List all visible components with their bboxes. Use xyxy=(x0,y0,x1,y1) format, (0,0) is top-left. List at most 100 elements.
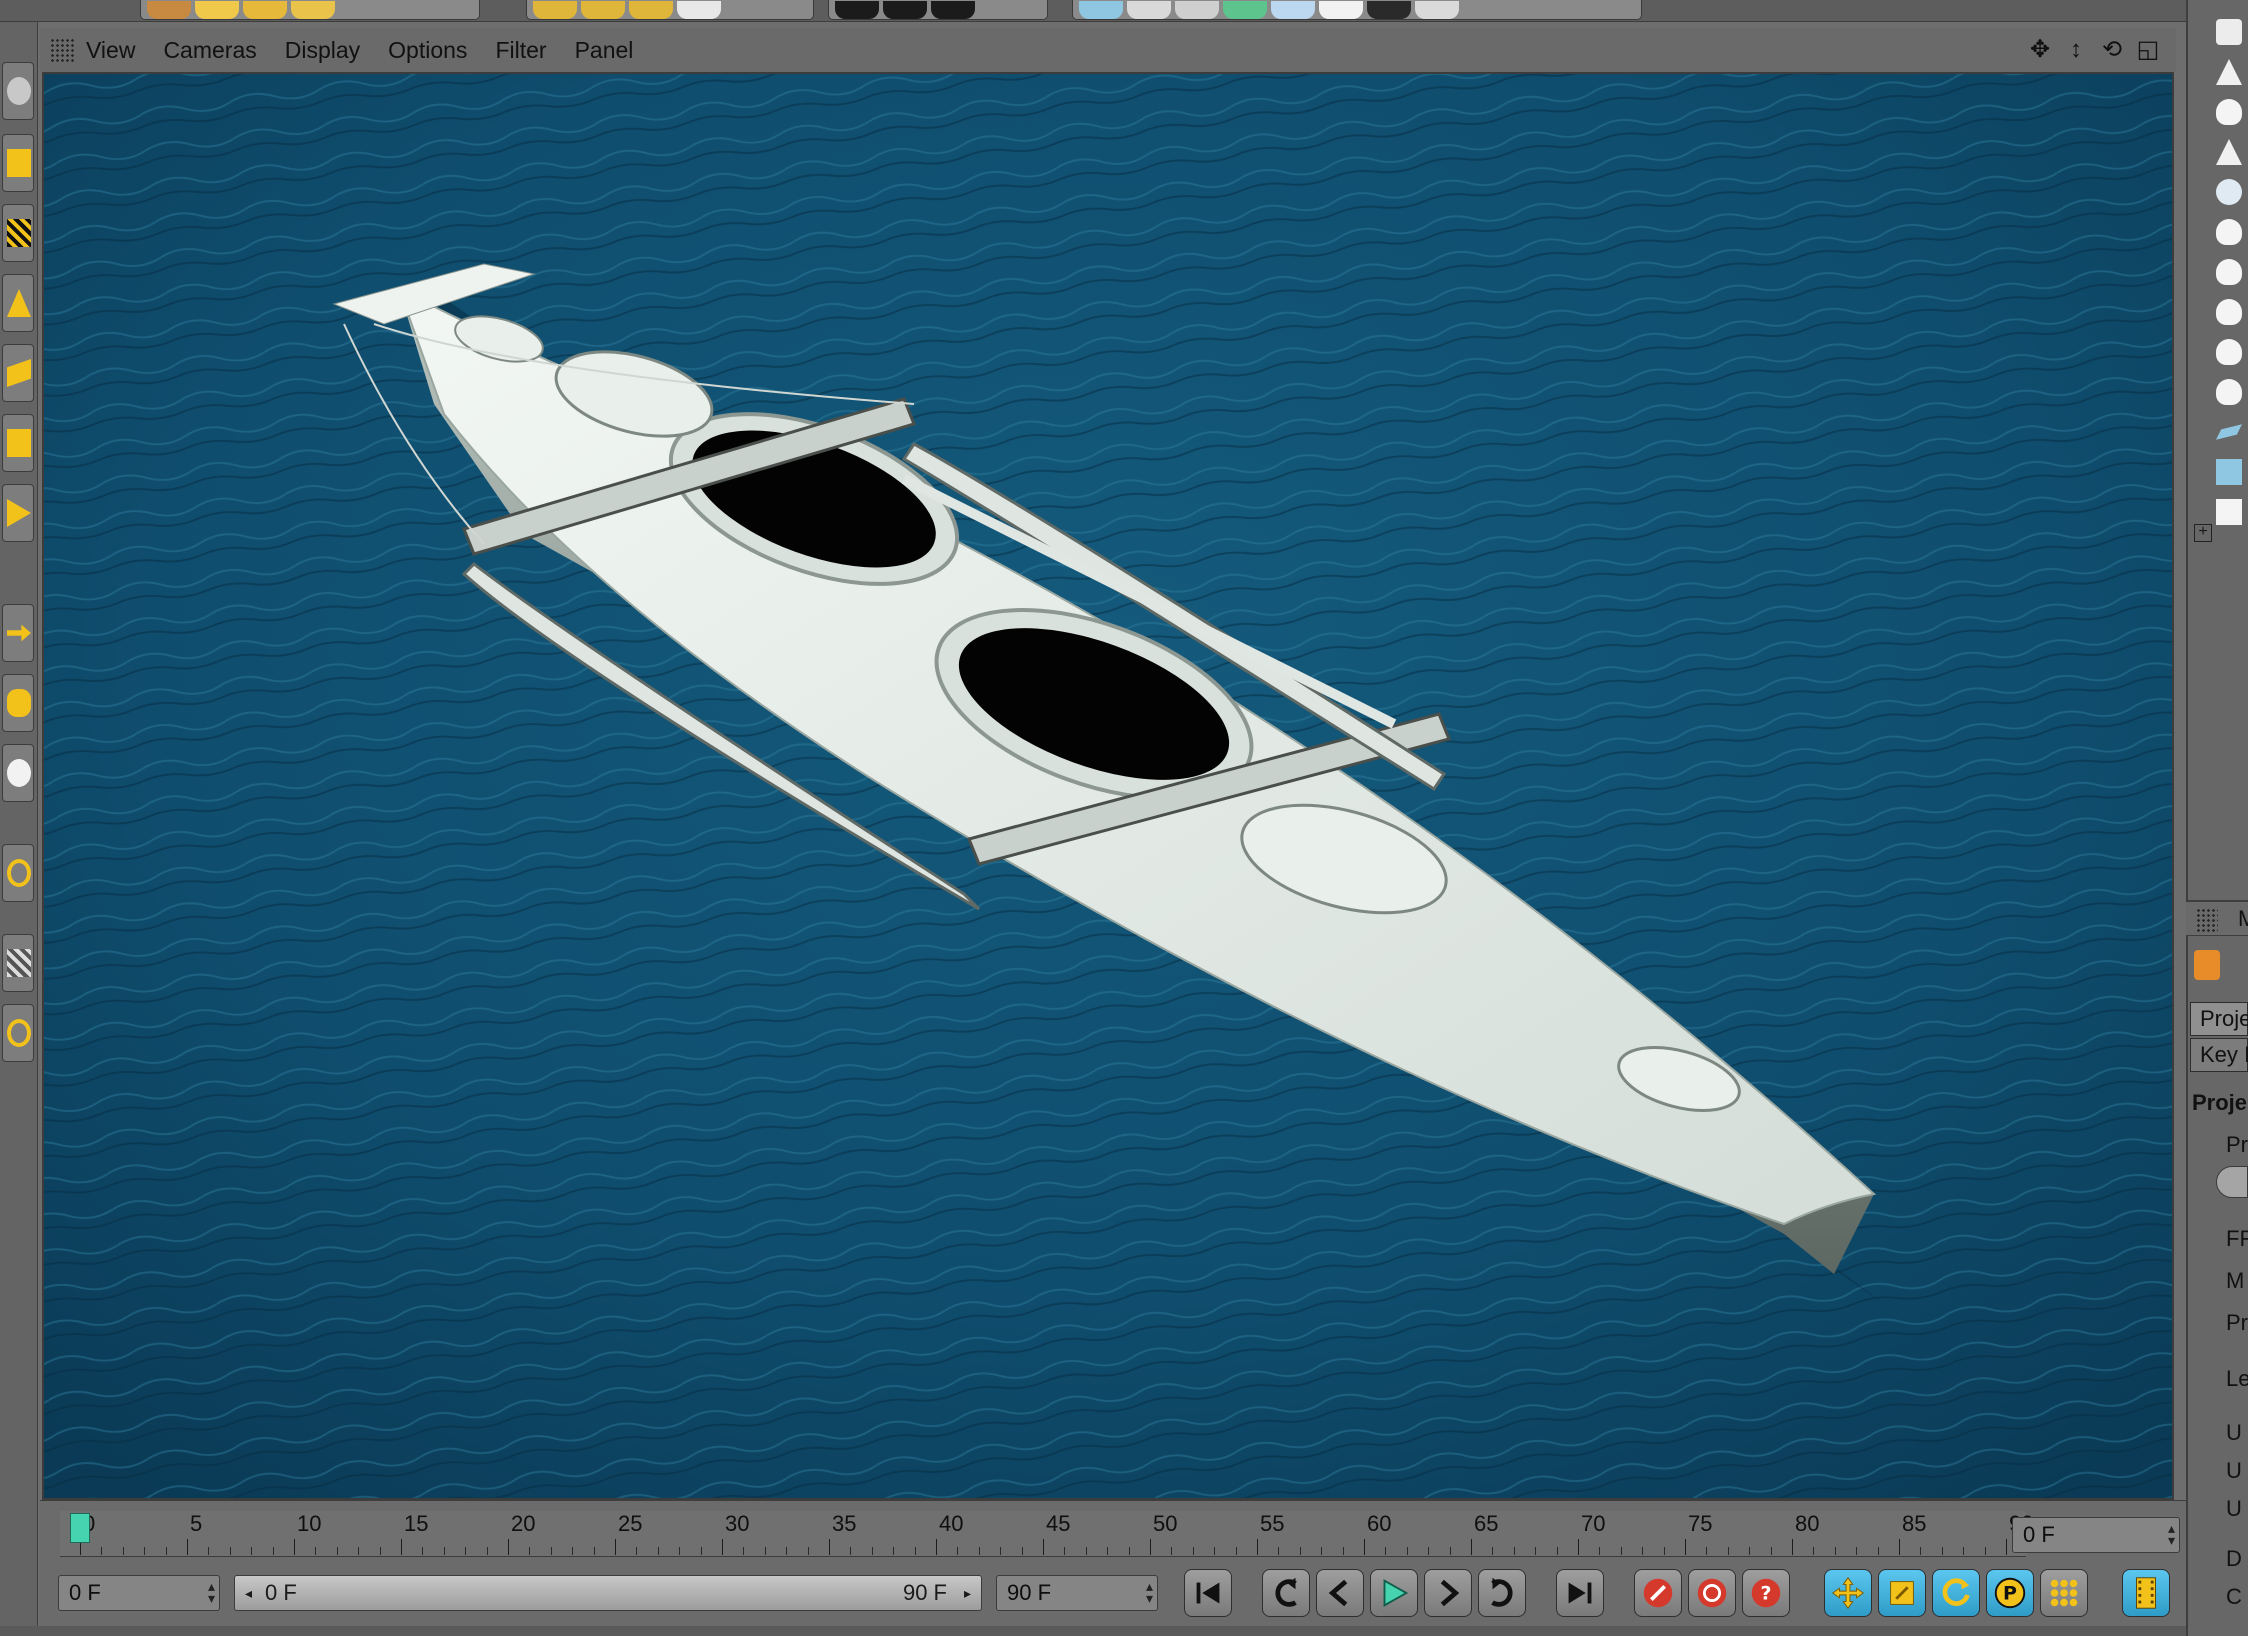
light-spot-icon[interactable] xyxy=(2216,134,2248,170)
ruler-tick xyxy=(1171,1547,1173,1555)
rotate-view-icon[interactable]: ⟲ xyxy=(2098,36,2126,64)
spinner-icon[interactable]: ▴ ▾ xyxy=(2168,1521,2175,1547)
previous-frame-button[interactable] xyxy=(1316,1569,1364,1617)
light-target-icon[interactable] xyxy=(2216,54,2248,90)
toolbar-group-primitives xyxy=(526,0,814,20)
field-label: M xyxy=(2226,1268,2245,1293)
render-icon[interactable] xyxy=(147,0,191,19)
next-key-button[interactable] xyxy=(1478,1569,1526,1617)
null-icon[interactable] xyxy=(2216,494,2248,530)
left-tool-12[interactable] xyxy=(2,1004,34,1062)
light-icon[interactable] xyxy=(1415,0,1459,19)
key-rotation-button[interactable] xyxy=(1932,1569,1980,1617)
toggle-layout-icon[interactable]: ◱ xyxy=(2134,36,2162,64)
scheme-settings-button[interactable] xyxy=(2122,1569,2170,1617)
panel-grip-icon[interactable] xyxy=(50,38,76,62)
key-pla-button[interactable] xyxy=(2040,1569,2088,1617)
spline-arc-icon[interactable] xyxy=(581,0,625,19)
menu-filter[interactable]: Filter xyxy=(495,37,546,64)
keyframe-selection-button[interactable]: ? xyxy=(1742,1569,1790,1617)
go-to-start-button[interactable] xyxy=(1184,1569,1232,1617)
left-tool-0[interactable] xyxy=(2,62,34,120)
left-tool-10[interactable] xyxy=(2,844,34,902)
left-tool-4[interactable] xyxy=(2,344,34,402)
frame-ruler[interactable]: 051015202530354045505560657075808590 xyxy=(60,1511,2033,1557)
light-bulb-icon[interactable] xyxy=(2216,334,2248,370)
playhead[interactable] xyxy=(70,1513,90,1543)
start-frame-field[interactable]: 0 F ▴ ▾ xyxy=(58,1575,220,1611)
spline-helix-icon[interactable] xyxy=(629,0,673,19)
3d-viewport[interactable] xyxy=(42,72,2174,1500)
play-forward-button[interactable] xyxy=(1370,1569,1418,1617)
left-tool-2[interactable] xyxy=(2,204,34,262)
project-settings-icon[interactable] xyxy=(2194,950,2220,980)
current-frame-field[interactable]: 0 F ▴ ▾ xyxy=(2012,1517,2180,1553)
spinner-icon[interactable]: ▴ ▾ xyxy=(208,1579,215,1605)
range-left-arrow-icon[interactable]: ◂ xyxy=(245,1576,252,1610)
go-to-end-button[interactable] xyxy=(1556,1569,1604,1617)
ruler-tick xyxy=(187,1539,188,1555)
light-bulb-icon[interactable] xyxy=(2216,374,2248,410)
render-play-icon[interactable] xyxy=(835,0,879,19)
key-scale-button[interactable] xyxy=(1878,1569,1926,1617)
panel-grip-icon[interactable] xyxy=(2196,908,2218,932)
render-view-icon[interactable] xyxy=(195,0,239,19)
expand-icon[interactable]: + xyxy=(2194,524,2212,542)
move-view-icon[interactable]: ✥ xyxy=(2026,36,2054,64)
light-bulb-icon[interactable] xyxy=(2216,294,2248,330)
key-position-button[interactable] xyxy=(1824,1569,1872,1617)
menu-options[interactable]: Options xyxy=(388,37,467,64)
ruler-tick-label: 20 xyxy=(511,1511,536,1536)
render-settings-icon[interactable] xyxy=(243,0,287,19)
ruler-tick xyxy=(871,1547,873,1555)
light-bulb-icon[interactable] xyxy=(2216,94,2248,130)
generator-icon[interactable] xyxy=(1223,0,1267,19)
left-tool-5[interactable] xyxy=(2,414,34,472)
menu-panel[interactable]: Panel xyxy=(575,37,634,64)
spline-circle-icon[interactable] xyxy=(533,0,577,19)
left-tool-6[interactable] xyxy=(2,484,34,542)
render-picture-icon[interactable] xyxy=(931,0,975,19)
sweep-icon[interactable] xyxy=(1127,0,1171,19)
ruler-tick xyxy=(1235,1547,1237,1555)
left-tool-7[interactable] xyxy=(2,604,34,662)
autokeying-button[interactable] xyxy=(1688,1569,1736,1617)
render-region-icon[interactable] xyxy=(883,0,927,19)
menu-cameras[interactable]: Cameras xyxy=(163,37,256,64)
light-bulb-icon[interactable] xyxy=(2216,254,2248,290)
cube-icon[interactable] xyxy=(1079,0,1123,19)
record-active-objects-button[interactable] xyxy=(1634,1569,1682,1617)
left-tool-8[interactable] xyxy=(2,674,34,732)
plane-icon[interactable] xyxy=(2216,414,2248,450)
deformer-icon[interactable] xyxy=(1175,0,1219,19)
sky-sphere-icon[interactable] xyxy=(2216,174,2248,210)
left-tool-1[interactable] xyxy=(2,134,34,192)
project-scale-slider[interactable] xyxy=(2216,1166,2248,1198)
zoom-view-icon[interactable]: ↕ xyxy=(2062,36,2090,64)
left-tool-9[interactable] xyxy=(2,744,34,802)
move-icon[interactable] xyxy=(677,0,721,19)
left-tool-11[interactable] xyxy=(2,934,34,992)
left-tool-3[interactable] xyxy=(2,274,34,332)
current-frame-value: 0 F xyxy=(2023,1522,2055,1547)
ruler-tick xyxy=(550,1547,552,1555)
end-frame-field[interactable]: 90 F ▴ ▾ xyxy=(996,1575,1158,1611)
cube-icon[interactable] xyxy=(2216,454,2248,490)
scene-icon[interactable] xyxy=(1271,0,1315,19)
camera-icon[interactable] xyxy=(2216,14,2248,50)
ruler-tick xyxy=(615,1539,616,1555)
floor-icon[interactable] xyxy=(1319,0,1363,19)
next-frame-button[interactable] xyxy=(1424,1569,1472,1617)
menu-view[interactable]: View xyxy=(86,37,135,64)
ruler-tick xyxy=(294,1539,295,1555)
preview-range-slider[interactable]: ◂ 0 F 90 F ▸ xyxy=(234,1575,982,1611)
spinner-icon[interactable]: ▴ ▾ xyxy=(1146,1579,1153,1605)
light-bulb-icon[interactable] xyxy=(2216,214,2248,250)
ruler-tick-label: 25 xyxy=(618,1511,643,1536)
previous-key-button[interactable] xyxy=(1262,1569,1310,1617)
menu-display[interactable]: Display xyxy=(285,37,360,64)
range-right-arrow-icon[interactable]: ▸ xyxy=(964,1576,971,1610)
key-parameter-button[interactable]: P xyxy=(1986,1569,2034,1617)
render-queue-icon[interactable] xyxy=(291,0,335,19)
camera-icon[interactable] xyxy=(1367,0,1411,19)
